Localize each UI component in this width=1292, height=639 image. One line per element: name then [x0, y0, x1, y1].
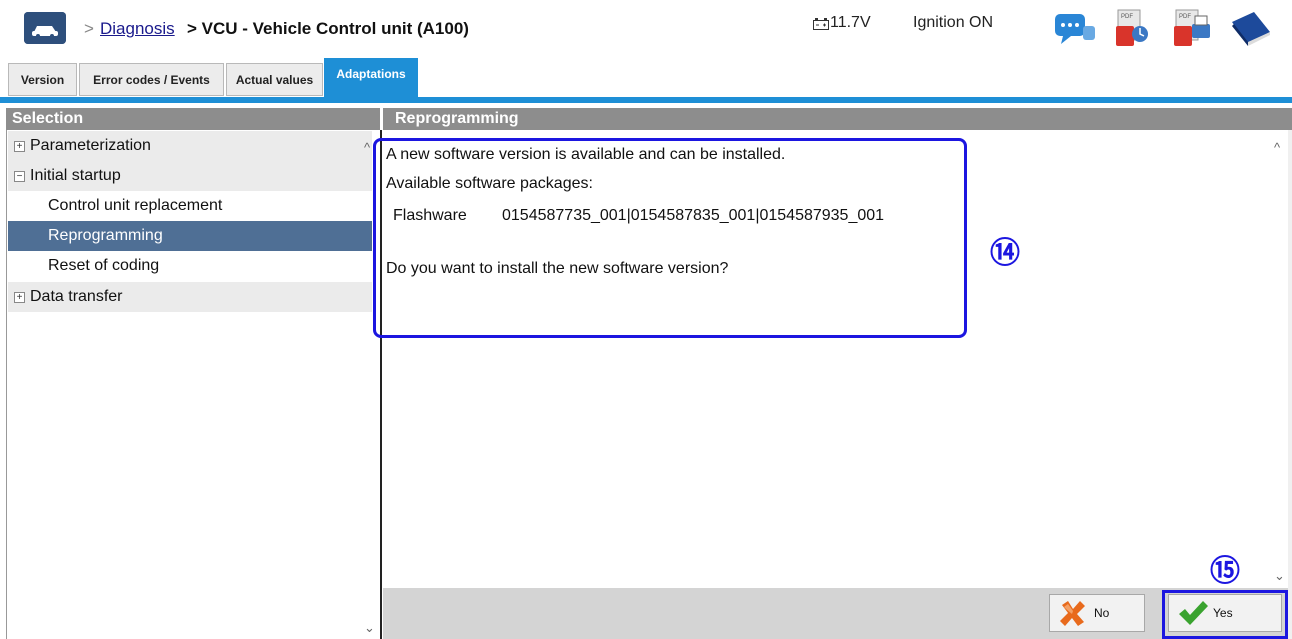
tree-item-label: Initial startup [30, 167, 121, 184]
battery-voltage: 11.7V [830, 14, 871, 31]
update-available-text: A new software version is available and … [386, 146, 786, 163]
selection-scroll-up-icon[interactable]: ^ [364, 140, 370, 155]
packages-label: Available software packages: [386, 175, 593, 192]
cross-icon [1060, 601, 1085, 626]
install-question: Do you want to install the new software … [386, 260, 729, 277]
no-button-label: No [1094, 606, 1110, 620]
no-button[interactable]: No [1049, 594, 1145, 632]
car-icon [24, 12, 66, 44]
tab-actual-values[interactable]: Actual values [226, 63, 323, 96]
action-bar [383, 588, 1288, 639]
tab-error-codes[interactable]: Error codes / Events [79, 63, 224, 96]
chat-button[interactable] [1053, 8, 1097, 50]
tree-item-label: Data transfer [30, 288, 123, 305]
header-bar: > Diagnosis > VCU - Vehicle Control unit… [0, 0, 1292, 58]
expand-icon[interactable]: + [14, 141, 25, 152]
ignition-status: Ignition ON [913, 14, 994, 31]
annotation-step-14: ⑭ [990, 237, 1020, 270]
expand-icon[interactable]: + [14, 292, 25, 303]
pdf-report-icon: PDF [1116, 9, 1148, 46]
tab-adaptations[interactable]: Adaptations [324, 58, 418, 99]
selection-scroll-down-icon[interactable]: ⌄ [364, 620, 375, 636]
page-title: > VCU - Vehicle Control unit (A100) [187, 19, 469, 38]
annotation-highlight-message [373, 138, 967, 338]
tree-item-label: Reprogramming [48, 227, 163, 244]
tree-item-label: Reset of coding [48, 257, 160, 274]
package-name: Flashware [393, 207, 467, 224]
pdf-report-button[interactable]: PDF [1112, 8, 1156, 50]
breadcrumb-diagnosis-link[interactable]: Diagnosis [100, 19, 175, 39]
selection-panel-title: Selection [6, 108, 380, 130]
tree-item-reset-of-coding[interactable]: Reset of coding [8, 251, 372, 281]
annotation-step-15: ⑮ [1210, 555, 1240, 588]
collapse-icon[interactable]: − [14, 171, 25, 182]
tree-item-parameterization[interactable]: + Parameterization [8, 131, 372, 161]
panel-border [6, 130, 7, 639]
tree-item-label: Control unit replacement [48, 197, 223, 214]
manual-button[interactable] [1228, 8, 1272, 50]
pdf-print-button[interactable]: PDF [1170, 8, 1214, 50]
content-scroll-down-icon[interactable]: ⌄ [1274, 568, 1285, 584]
tree-item-control-unit-replacement[interactable]: Control unit replacement [8, 191, 372, 221]
annotation-highlight-yes [1162, 590, 1288, 639]
package-version: 0154587735_001|0154587835_001|0154587935… [502, 207, 885, 224]
svg-text:PDF: PDF [1179, 14, 1191, 20]
pdf-print-icon: PDF [1174, 9, 1210, 46]
vehicle-home-button[interactable] [24, 12, 66, 44]
tree-item-reprogramming[interactable]: Reprogramming [8, 221, 372, 251]
tab-version[interactable]: Version [8, 63, 77, 96]
reprogramming-panel-title: Reprogramming [383, 108, 1292, 130]
manual-book-icon [1232, 12, 1270, 46]
tree-item-initial-startup[interactable]: − Initial startup [8, 161, 372, 191]
panel-edge [1288, 130, 1292, 639]
tree-item-data-transfer[interactable]: + Data transfer [8, 282, 372, 312]
breadcrumb-separator: > [84, 19, 94, 38]
chat-icon [1055, 14, 1095, 44]
tree-item-label: Parameterization [30, 137, 151, 154]
svg-text:PDF: PDF [1121, 14, 1133, 20]
battery-icon [813, 18, 829, 30]
content-scroll-up-icon[interactable]: ^ [1274, 140, 1280, 155]
tab-underline [0, 97, 1292, 103]
